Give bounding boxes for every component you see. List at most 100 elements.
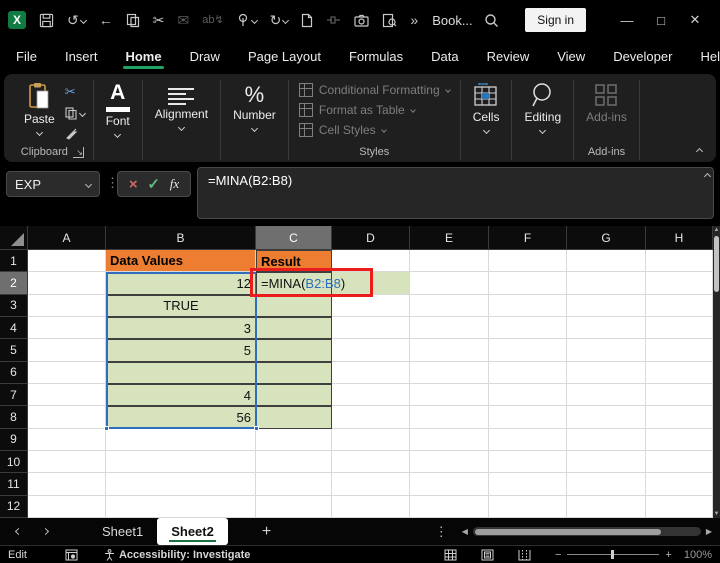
- previous-sheet-icon[interactable]: [15, 528, 22, 535]
- cell-A10[interactable]: [28, 451, 106, 473]
- copy-button[interactable]: [65, 107, 85, 120]
- alignment-dropdown-icon[interactable]: [178, 124, 185, 131]
- copy-dropdown-icon[interactable]: [79, 110, 86, 117]
- accessibility-status[interactable]: Accessibility: Investigate: [104, 549, 250, 561]
- cell-B7[interactable]: 4: [106, 384, 256, 406]
- touch-mode-dropdown-icon[interactable]: [251, 16, 258, 23]
- scroll-right-icon[interactable]: ▶: [706, 527, 712, 536]
- font-button[interactable]: A Font: [102, 80, 134, 139]
- page-break-view-icon[interactable]: [518, 549, 531, 561]
- cell-H5[interactable]: [646, 339, 713, 361]
- cell-B10[interactable]: [106, 451, 256, 473]
- row-header-11[interactable]: 11: [0, 473, 28, 495]
- cell-D11[interactable]: [332, 473, 410, 495]
- row-header-10[interactable]: 10: [0, 451, 28, 473]
- sign-in-button[interactable]: Sign in: [525, 8, 586, 32]
- cell-E12[interactable]: [410, 496, 489, 518]
- cell-H1[interactable]: [646, 250, 713, 272]
- cell-H6[interactable]: [646, 362, 713, 384]
- cell-F5[interactable]: [489, 339, 567, 361]
- cell-D5[interactable]: [332, 339, 410, 361]
- minimize-button[interactable]: —: [610, 5, 644, 35]
- enter-icon[interactable]: ✓: [147, 175, 160, 193]
- camera-icon[interactable]: [354, 14, 369, 27]
- cell-G7[interactable]: [567, 384, 646, 406]
- menu-tab-view[interactable]: View: [555, 45, 587, 68]
- editing-button[interactable]: Editing: [520, 80, 565, 135]
- cell-F3[interactable]: [489, 295, 567, 317]
- zoom-level[interactable]: 100%: [684, 549, 712, 561]
- cell-C5[interactable]: [256, 339, 332, 361]
- cell-F9[interactable]: [489, 429, 567, 451]
- cell-G8[interactable]: [567, 406, 646, 428]
- paste-dropdown-icon[interactable]: [36, 129, 43, 136]
- row-header-1[interactable]: 1: [0, 250, 28, 272]
- row-header-12[interactable]: 12: [0, 496, 28, 518]
- menu-tab-review[interactable]: Review: [485, 45, 532, 68]
- cell-H11[interactable]: [646, 473, 713, 495]
- cell-D1[interactable]: [332, 250, 410, 272]
- cell-C1[interactable]: Result: [256, 250, 332, 272]
- menu-tab-formulas[interactable]: Formulas: [347, 45, 405, 68]
- cell-D7[interactable]: [332, 384, 410, 406]
- cell-F10[interactable]: [489, 451, 567, 473]
- vertical-scrollbar-thumb[interactable]: [714, 236, 719, 292]
- cell-A5[interactable]: [28, 339, 106, 361]
- editing-dropdown-icon[interactable]: [539, 127, 546, 134]
- menu-tab-insert[interactable]: Insert: [63, 45, 100, 68]
- column-header-B[interactable]: B: [106, 226, 256, 250]
- cell-E4[interactable]: [410, 317, 489, 339]
- touch-mode-icon[interactable]: [237, 13, 257, 28]
- macro-record-icon[interactable]: [65, 549, 78, 561]
- page-layout-view-icon[interactable]: [481, 549, 494, 561]
- cell-F6[interactable]: [489, 362, 567, 384]
- cell-A3[interactable]: [28, 295, 106, 317]
- cell-B9[interactable]: [106, 429, 256, 451]
- cell-E6[interactable]: [410, 362, 489, 384]
- column-header-D[interactable]: D: [332, 226, 410, 250]
- cell-B5[interactable]: 5: [106, 339, 256, 361]
- cell-F7[interactable]: [489, 384, 567, 406]
- cell-D8[interactable]: [332, 406, 410, 428]
- vertical-scrollbar[interactable]: ▲ ▼: [713, 226, 720, 518]
- cell-D3[interactable]: [332, 295, 410, 317]
- cell-D4[interactable]: [332, 317, 410, 339]
- name-box-dropdown-icon[interactable]: [85, 180, 92, 187]
- cell-A6[interactable]: [28, 362, 106, 384]
- cell-H2[interactable]: [646, 272, 713, 294]
- name-box[interactable]: EXP: [6, 171, 100, 197]
- cell-G3[interactable]: [567, 295, 646, 317]
- cell-C8[interactable]: [256, 406, 332, 428]
- redo-icon[interactable]: ↻: [270, 13, 289, 27]
- column-header-H[interactable]: H: [646, 226, 713, 250]
- cell-F4[interactable]: [489, 317, 567, 339]
- number-button[interactable]: % Number: [229, 80, 280, 133]
- cell-A9[interactable]: [28, 429, 106, 451]
- maximize-button[interactable]: □: [644, 5, 678, 35]
- cell-B2[interactable]: 12: [106, 272, 256, 294]
- save-icon[interactable]: [39, 13, 54, 28]
- row-header-3[interactable]: 3: [0, 295, 28, 317]
- cell-E1[interactable]: [410, 250, 489, 272]
- cells-dropdown-icon[interactable]: [483, 127, 490, 134]
- cell-G9[interactable]: [567, 429, 646, 451]
- cell-E5[interactable]: [410, 339, 489, 361]
- find-document-icon[interactable]: [382, 13, 397, 28]
- cell-A1[interactable]: [28, 250, 106, 272]
- menu-tab-home[interactable]: Home: [123, 45, 163, 68]
- alignment-button[interactable]: Alignment: [151, 80, 212, 132]
- zoom-in-icon[interactable]: +: [665, 549, 671, 561]
- menu-tab-draw[interactable]: Draw: [188, 45, 222, 68]
- cell-B8[interactable]: 56: [106, 406, 256, 428]
- close-button[interactable]: ✕: [678, 5, 712, 35]
- cell-H12[interactable]: [646, 496, 713, 518]
- sheet-options-icon[interactable]: ⋮: [435, 524, 448, 540]
- cell-E10[interactable]: [410, 451, 489, 473]
- cut-button[interactable]: ✂: [65, 84, 85, 100]
- cell-B6[interactable]: [106, 362, 256, 384]
- redo-dropdown-icon[interactable]: [282, 16, 289, 23]
- cell-G5[interactable]: [567, 339, 646, 361]
- ribbon-collapse-icon[interactable]: [696, 148, 703, 155]
- sheet-tab-sheet1[interactable]: Sheet1: [88, 518, 157, 545]
- cell-H9[interactable]: [646, 429, 713, 451]
